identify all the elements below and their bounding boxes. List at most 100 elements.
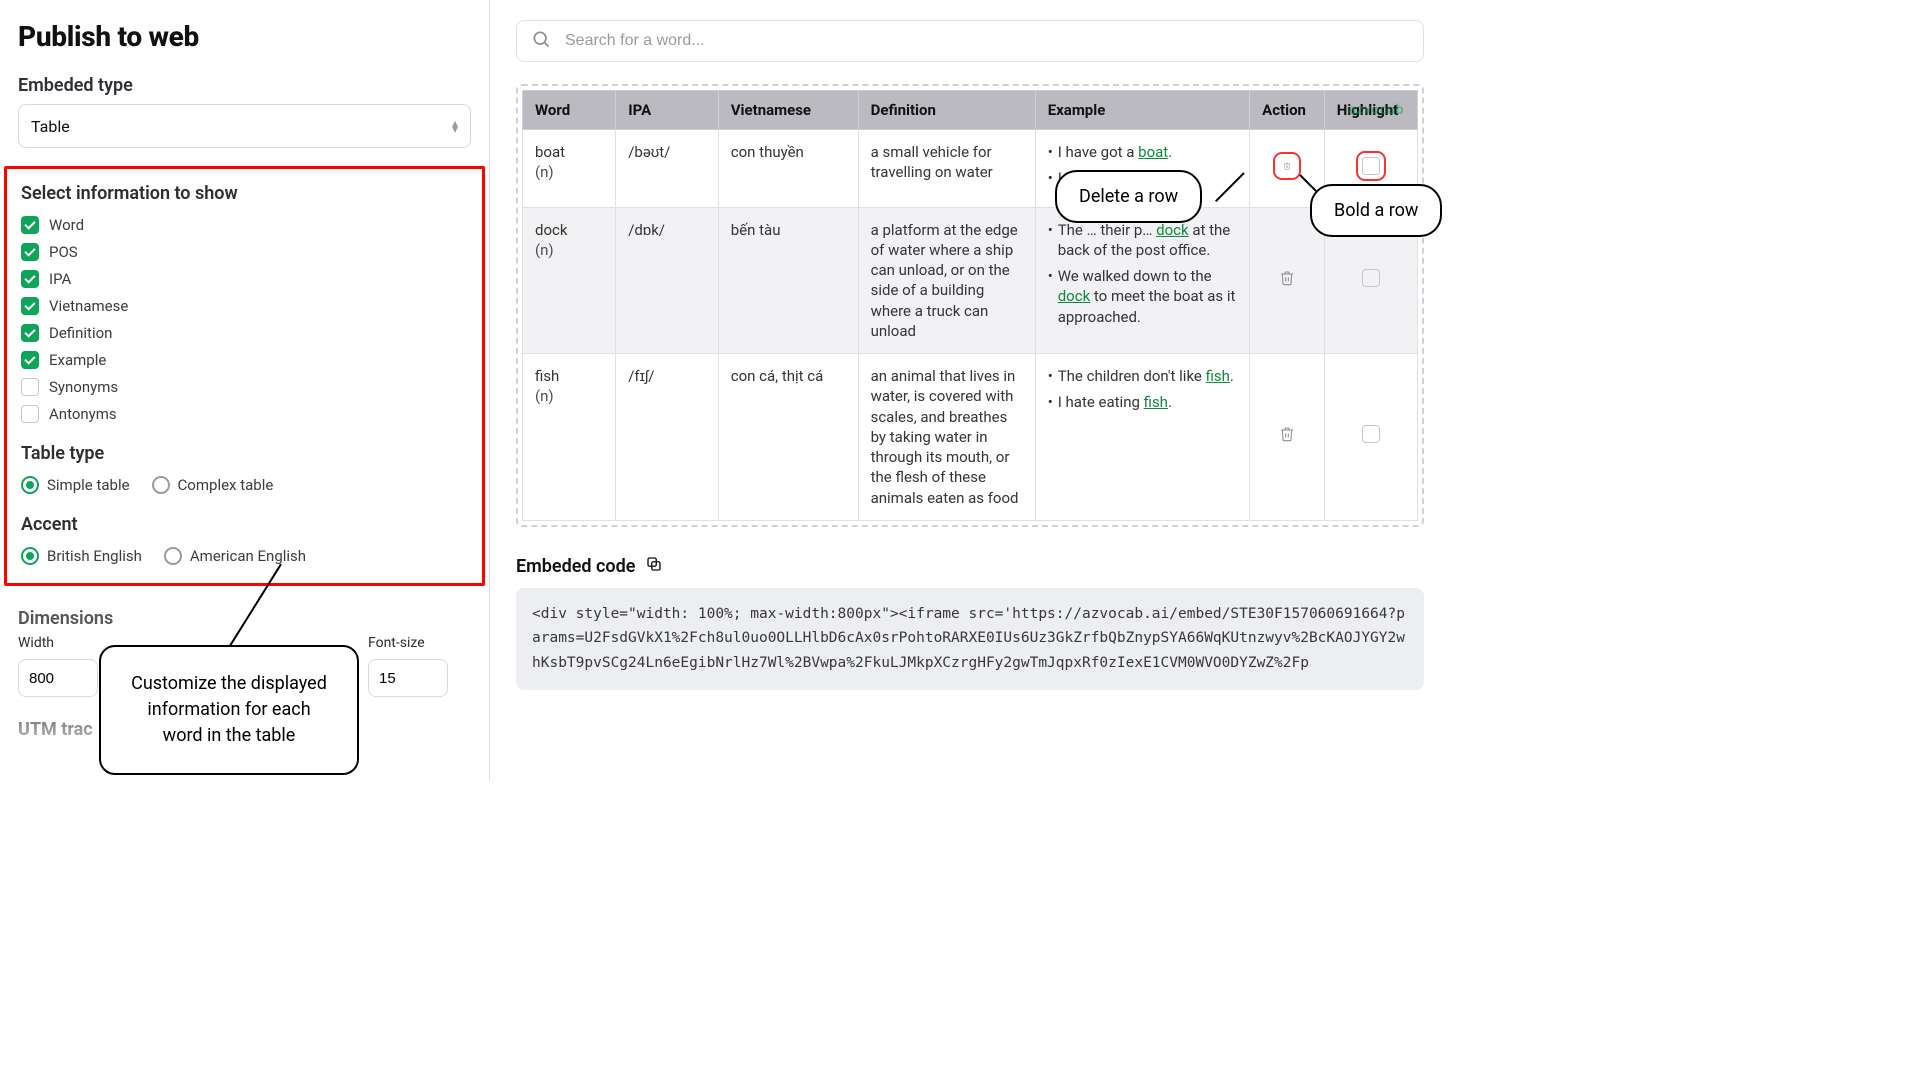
- example-link[interactable]: dock: [1058, 287, 1090, 305]
- table-header: Highlight: [1324, 91, 1417, 130]
- cell-definition: an animal that lives in water, is covere…: [858, 354, 1035, 521]
- checkbox-label: IPA: [49, 270, 71, 288]
- cell-vietnamese: con thuyền: [718, 130, 858, 208]
- checkbox-pos[interactable]: POS: [21, 243, 468, 261]
- radio-icon: [21, 476, 39, 494]
- table-row: fish(n)/fɪʃ/con cá, thịt cáan animal tha…: [523, 354, 1418, 521]
- cell-word: boat(n): [523, 130, 616, 208]
- search-input[interactable]: [565, 32, 1409, 50]
- table-header: Word: [523, 91, 616, 130]
- search-icon: [531, 29, 551, 53]
- callout-delete: Delete a row: [1055, 170, 1202, 223]
- checkbox-synonyms[interactable]: Synonyms: [21, 378, 468, 396]
- example-link[interactable]: fish: [1144, 393, 1168, 411]
- callout-customize: Customize the displayed information for …: [99, 645, 359, 775]
- checkbox-label: Antonyms: [49, 405, 117, 423]
- highlight-checkbox[interactable]: [1362, 157, 1380, 175]
- example-link[interactable]: dock: [1156, 221, 1188, 239]
- table-header-row: WordIPAVietnameseDefinitionExampleAction…: [523, 91, 1418, 130]
- embed-type-label: Embeded type: [18, 75, 471, 96]
- trash-icon[interactable]: [1279, 158, 1295, 174]
- radio-tabletype[interactable]: Complex table: [152, 476, 274, 494]
- cell-vietnamese: con cá, thịt cá: [718, 354, 858, 521]
- cell-ipa: /bəʊt/: [616, 130, 719, 208]
- width-input[interactable]: [18, 659, 98, 697]
- cell-definition: a small vehicle for travelling on water: [858, 130, 1035, 208]
- checkbox-label: Synonyms: [49, 378, 118, 396]
- table-header: IPA: [616, 91, 719, 130]
- cell-word: fish(n): [523, 354, 616, 521]
- highlight-checkbox[interactable]: [1362, 425, 1380, 443]
- radio-label: Simple table: [47, 476, 130, 494]
- tabletype-heading: Table type: [21, 443, 468, 464]
- checkbox-icon: [21, 405, 39, 423]
- cell-ipa: /dɒk/: [616, 207, 719, 354]
- table-row: dock(n)/dɒk/bến tàua platform at the edg…: [523, 207, 1418, 354]
- cell-action: [1250, 207, 1325, 354]
- checkbox-example[interactable]: Example: [21, 351, 468, 369]
- info-heading: Select information to show: [21, 183, 468, 204]
- trash-icon[interactable]: [1279, 426, 1295, 442]
- checkbox-label: Vietnamese: [49, 297, 128, 315]
- cell-definition: a platform at the edge of water where a …: [858, 207, 1035, 354]
- radio-label: British English: [47, 547, 142, 565]
- copy-icon[interactable]: [645, 555, 663, 578]
- embed-code-block[interactable]: <div style="width: 100%; max-width:800px…: [516, 588, 1424, 690]
- radio-label: American English: [190, 547, 306, 565]
- checkbox-label: Word: [49, 216, 84, 234]
- checkbox-definition[interactable]: Definition: [21, 324, 468, 342]
- cell-example: The children don't like fish.I hate eati…: [1035, 354, 1249, 521]
- radio-icon: [164, 547, 182, 565]
- table-header: Definition: [858, 91, 1035, 130]
- chevron-updown-icon: ▴▾: [452, 120, 458, 132]
- radio-accent[interactable]: British English: [21, 547, 142, 565]
- radio-icon: [21, 547, 39, 565]
- preview-table-box: azvocab WordIPAVietnameseDefinitionExamp…: [516, 84, 1424, 527]
- checkbox-icon: [21, 378, 39, 396]
- checkbox-icon: [21, 297, 39, 315]
- checkbox-icon: [21, 270, 39, 288]
- checkbox-label: POS: [49, 243, 78, 261]
- preview-table: WordIPAVietnameseDefinitionExampleAction…: [522, 90, 1418, 521]
- fontsize-input[interactable]: [368, 659, 448, 697]
- radio-label: Complex table: [178, 476, 274, 494]
- highlight-checkbox[interactable]: [1362, 269, 1380, 287]
- table-header: Action: [1250, 91, 1325, 130]
- radio-accent[interactable]: American English: [164, 547, 306, 565]
- fontsize-label: Font-size: [368, 635, 448, 651]
- checkbox-icon: [21, 351, 39, 369]
- callout-bold: Bold a row: [1310, 184, 1442, 237]
- cell-example: The … their p… dock at the back of the p…: [1035, 207, 1249, 354]
- cell-action: [1250, 354, 1325, 521]
- cell-word: dock(n): [523, 207, 616, 354]
- embed-type-value: Table: [31, 117, 70, 136]
- cell-highlight: [1324, 354, 1417, 521]
- checkbox-ipa[interactable]: IPA: [21, 270, 468, 288]
- trash-icon[interactable]: [1279, 270, 1295, 286]
- width-label: Width: [18, 635, 98, 651]
- search-box[interactable]: [516, 20, 1424, 62]
- example-link[interactable]: boat: [1138, 143, 1168, 161]
- cell-ipa: /fɪʃ/: [616, 354, 719, 521]
- checkbox-icon: [21, 216, 39, 234]
- embed-type-select[interactable]: Table ▴▾: [18, 104, 471, 148]
- embed-code-heading: Embeded code: [516, 556, 635, 577]
- checkbox-icon: [21, 324, 39, 342]
- example-link[interactable]: fish: [1206, 367, 1230, 385]
- checkbox-vietnamese[interactable]: Vietnamese: [21, 297, 468, 315]
- table-row: boat(n)/bəʊt/con thuyềna small vehicle f…: [523, 130, 1418, 208]
- checkbox-label: Definition: [49, 324, 112, 342]
- radio-icon: [152, 476, 170, 494]
- cell-vietnamese: bến tàu: [718, 207, 858, 354]
- highlight-frame: Select information to show Word POS IPA Vie…: [4, 166, 485, 586]
- right-panel: azvocab WordIPAVietnameseDefinitionExamp…: [490, 0, 1450, 780]
- checkbox-word[interactable]: Word: [21, 216, 468, 234]
- table-header: Example: [1035, 91, 1249, 130]
- accent-heading: Accent: [21, 514, 468, 535]
- checkbox-label: Example: [49, 351, 106, 369]
- table-header: Vietnamese: [718, 91, 858, 130]
- radio-tabletype[interactable]: Simple table: [21, 476, 130, 494]
- page-title: Publish to web: [18, 20, 471, 53]
- checkbox-icon: [21, 243, 39, 261]
- checkbox-antonyms[interactable]: Antonyms: [21, 405, 468, 423]
